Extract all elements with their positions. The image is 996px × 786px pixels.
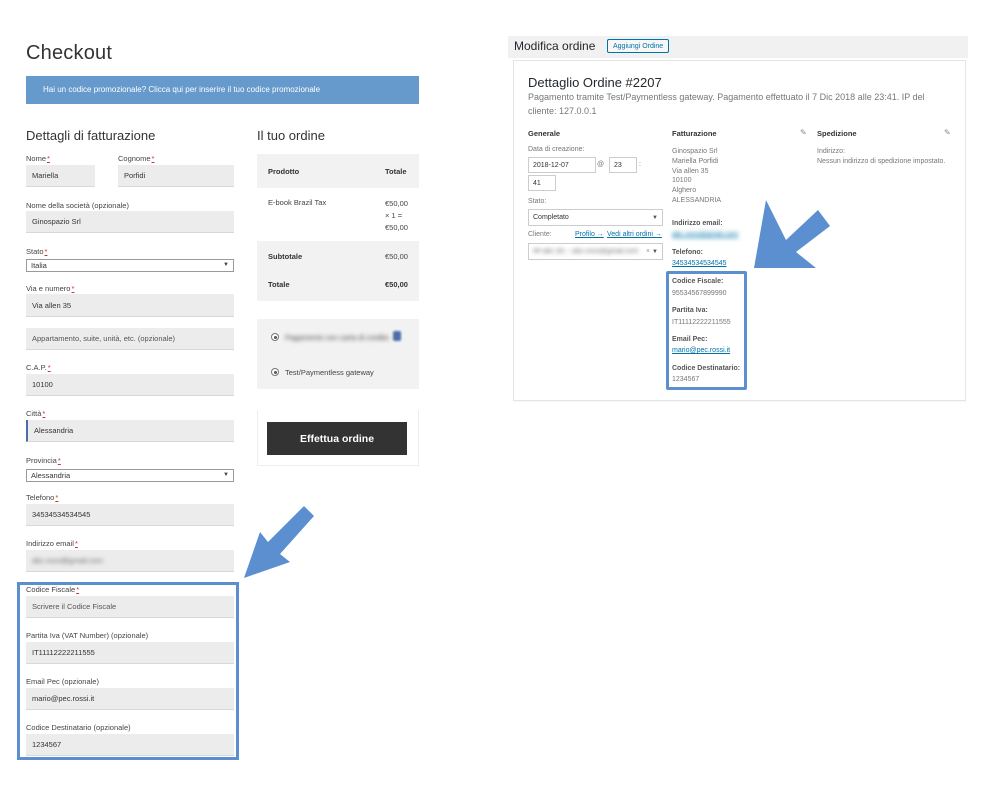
order-detail-heading: Dettaglio Ordine #2207 — [528, 75, 662, 90]
spedizione-heading: Spedizione — [817, 129, 857, 138]
promo-banner[interactable]: Hai un codice promozionale? Clicca qui p… — [26, 76, 419, 104]
citta-input[interactable]: Alessandria — [26, 420, 234, 442]
date-label: Data di creazione: — [528, 146, 585, 153]
nome-label: Nome* — [26, 154, 50, 163]
card-icon — [393, 331, 401, 341]
minute-input[interactable]: 41 — [528, 175, 556, 191]
subtotal-value: €50,00 — [385, 252, 408, 261]
add-order-button[interactable]: Aggiungi Ordine — [607, 39, 670, 53]
col-product: Prodotto — [268, 167, 300, 176]
admin-page-title: Modifica ordine — [514, 39, 596, 53]
cognome-label: Cognome* — [118, 154, 155, 163]
payment-radio-2[interactable] — [271, 368, 279, 376]
societa-input[interactable]: Ginospazio Srl — [26, 211, 234, 233]
citta-label: Città* — [26, 409, 46, 418]
product-price: €50,00 × 1 = €50,00 — [385, 199, 408, 232]
highlight-box-checkout — [17, 582, 239, 760]
chevron-down-icon: ▼ — [223, 262, 229, 268]
payment-methods — [257, 319, 419, 389]
profile-link[interactable]: Profilo → — [575, 231, 604, 238]
billing-phone-link[interactable]: 34534534534545 — [672, 260, 727, 267]
shipping-address-value: Nessun indirizzo di spedizione impostato… — [817, 158, 946, 165]
order-totals-block — [257, 241, 419, 301]
order-heading: Il tuo ordine — [257, 128, 325, 143]
highlight-box-admin — [666, 271, 747, 390]
hour-input[interactable]: 23 — [609, 157, 637, 173]
other-orders-link[interactable]: Vedi altri ordini → — [607, 231, 662, 238]
total-value: €50,00 — [385, 280, 408, 289]
cognome-input[interactable]: Porfidi — [118, 165, 234, 187]
chevron-down-icon: ▼ — [223, 472, 229, 478]
arrow-left-icon — [244, 506, 314, 578]
date-input[interactable]: 2018-12-07 — [528, 157, 596, 173]
generale-heading: Generale — [528, 129, 561, 138]
cap-label: C.A.P.* — [26, 363, 51, 372]
order-subtitle: Pagamento tramite Test/Paymentless gatew… — [528, 92, 925, 116]
chevron-down-icon: ▼ — [652, 214, 658, 221]
via-input[interactable]: Via allen 35 — [26, 294, 234, 317]
payment-option-1[interactable]: Pagamento con carta di credito — [285, 333, 389, 342]
telefono-input[interactable]: 34534534534545 — [26, 504, 234, 526]
shipping-address-label: Indirizzo: — [817, 148, 846, 155]
email-input[interactable]: abc.xxxx@gmail.com — [26, 550, 234, 572]
cap-input[interactable]: 10100 — [26, 374, 234, 396]
telefono-label: Telefono* — [26, 493, 59, 502]
product-name: E-book Brazil Tax — [268, 198, 327, 207]
billing-email-link[interactable]: abc.xxxx@gmail.com — [672, 231, 738, 238]
chevron-down-icon: ▼ — [652, 248, 658, 255]
at-sign: @ — [597, 161, 605, 168]
place-order-button[interactable]: Effettua ordine — [267, 422, 407, 455]
arrow-right-icon — [754, 200, 830, 268]
billing-email-label: Indirizzo email: — [672, 220, 723, 227]
edit-pencil-icon[interactable]: ✎ — [944, 128, 951, 137]
billing-heading: Dettagli di fatturazione — [26, 128, 156, 143]
col-total: Totale — [385, 167, 407, 176]
via-label: Via e numero* — [26, 284, 75, 293]
appartamento-input[interactable]: Appartamento, suite, unità, etc. (opzion… — [26, 328, 234, 350]
client-label: Cliente: — [528, 231, 552, 238]
nome-input[interactable]: Mariella — [26, 165, 95, 187]
billing-phone-label: Telefono: — [672, 249, 703, 256]
client-select[interactable]: ## abc (#) – abc.xxxx@gmail.com × ▼ — [528, 243, 663, 260]
stato-select[interactable]: Italia ▼ — [26, 259, 234, 272]
billing-address: Ginospazio Srl Mariella Porfidi Via alle… — [672, 148, 722, 204]
status-label: Stato: — [528, 198, 547, 205]
societa-label: Nome della società (opzionale) — [26, 201, 129, 210]
subtotal-label: Subtotale — [268, 252, 303, 261]
stato-label: Stato* — [26, 247, 48, 256]
order-table-header: Prodotto Totale — [257, 154, 419, 188]
status-select[interactable]: Completato ▼ — [528, 209, 663, 226]
provincia-select[interactable]: Alessandria ▼ — [26, 469, 234, 482]
payment-radio-1[interactable] — [271, 333, 279, 341]
total-label: Totale — [268, 280, 290, 289]
payment-option-2[interactable]: Test/Paymentless gateway — [285, 368, 374, 377]
provincia-label: Provincia* — [26, 456, 61, 465]
clear-icon[interactable]: × — [646, 248, 650, 255]
fatturazione-heading: Fatturazione — [672, 129, 717, 138]
edit-pencil-icon[interactable]: ✎ — [800, 128, 807, 137]
checkout-title: Checkout — [26, 42, 113, 64]
time-colon: : — [639, 161, 641, 168]
email-label: Indirizzo email* — [26, 539, 78, 548]
